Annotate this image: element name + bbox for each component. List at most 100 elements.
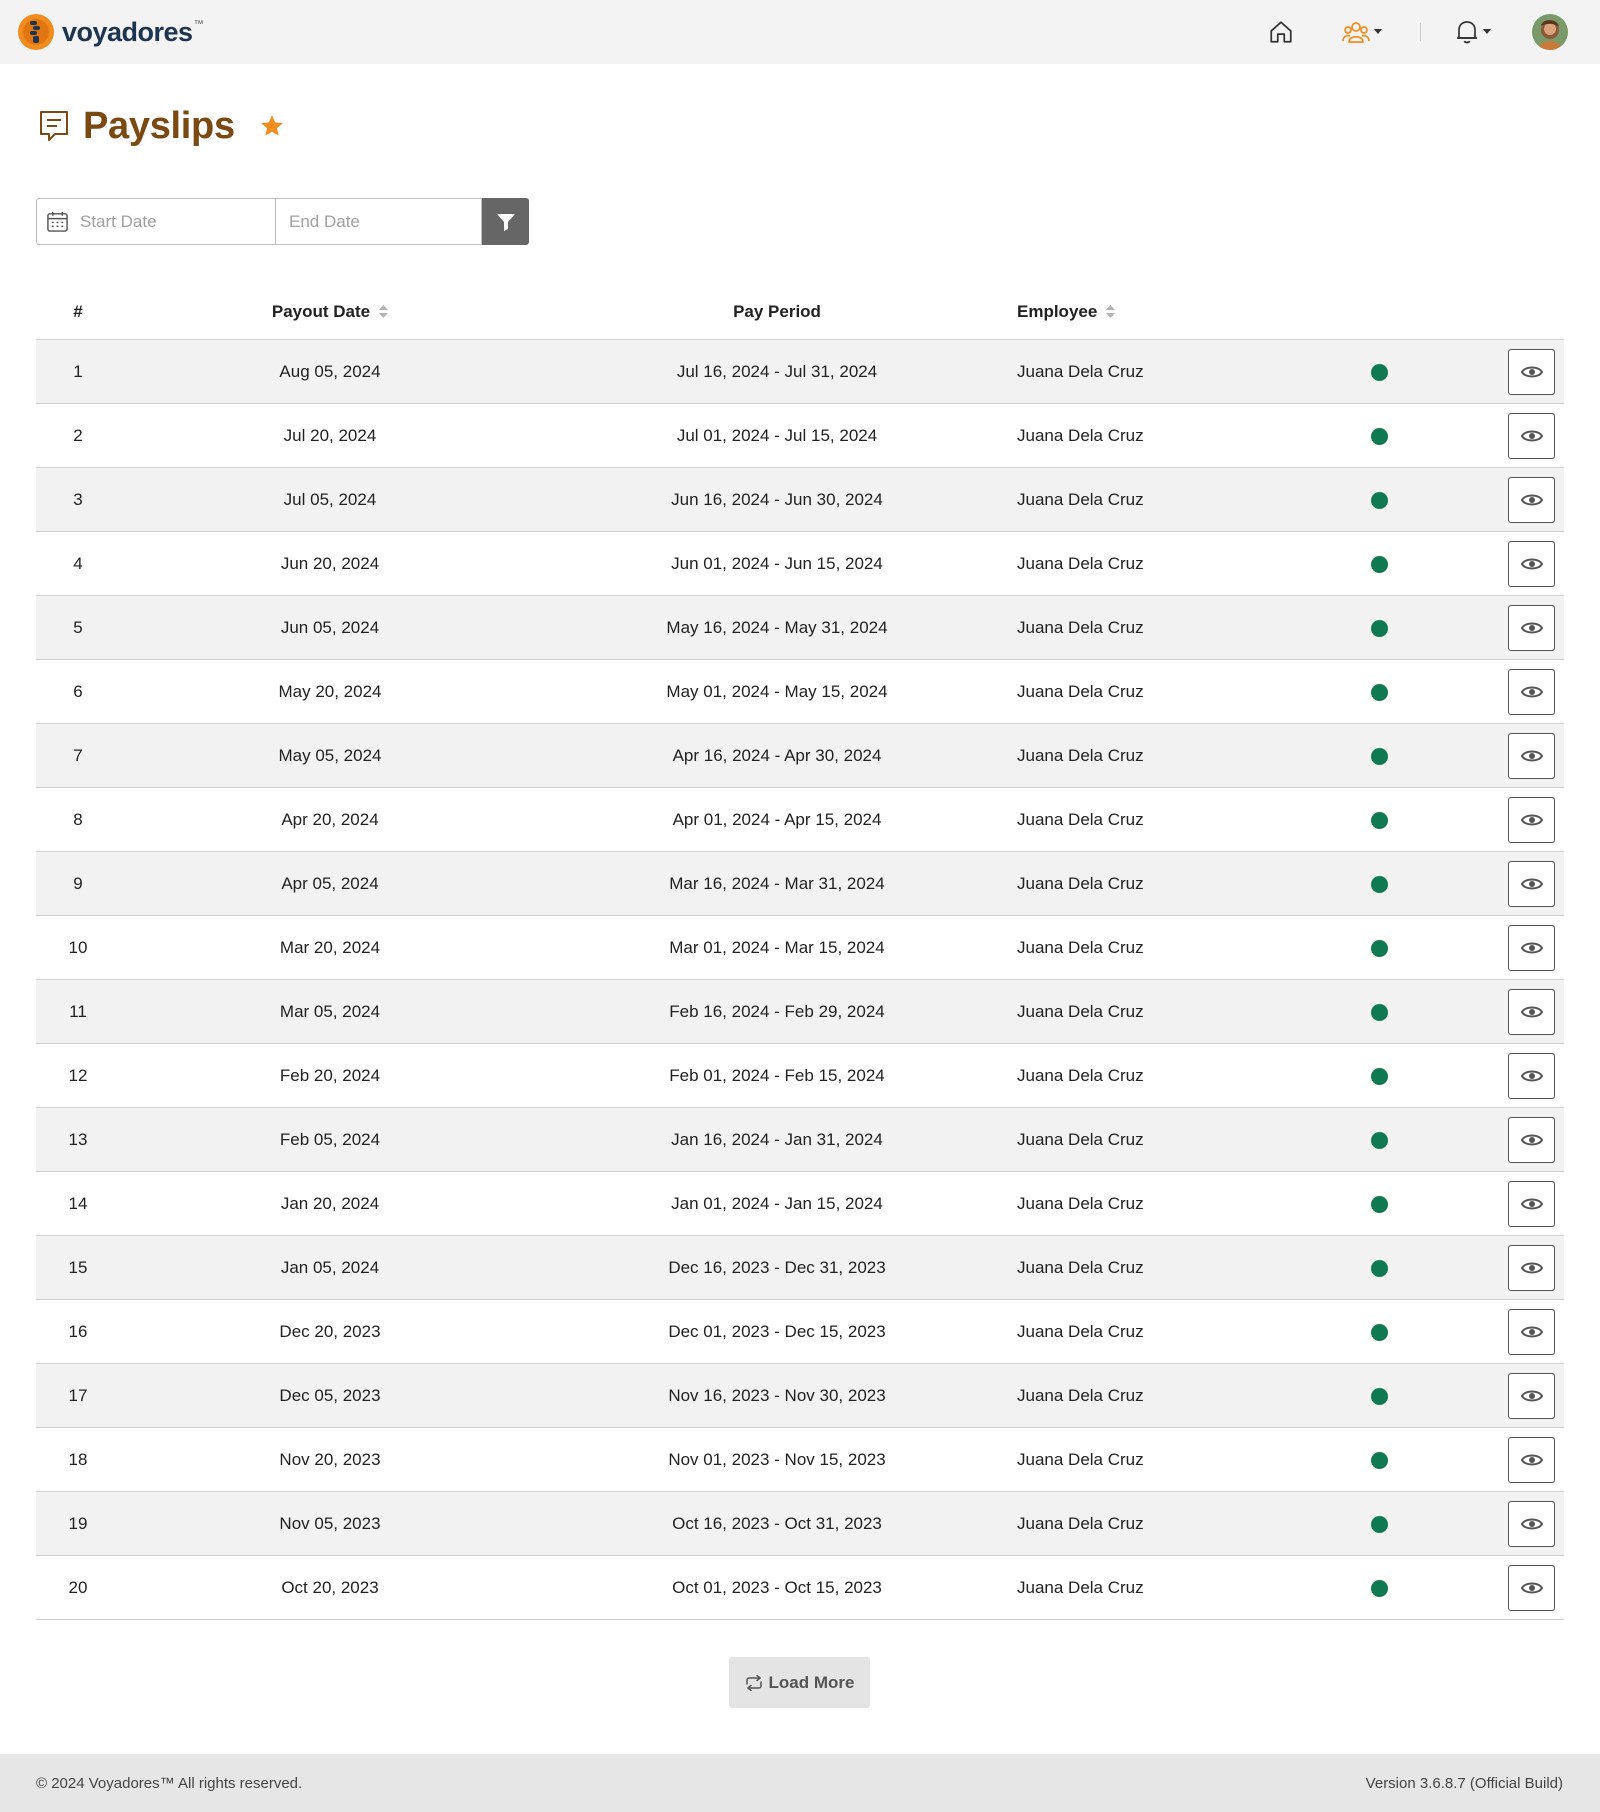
top-navbar: voyadores ™: [0, 0, 1600, 64]
pay-period-cell: Dec 01, 2023 - Dec 15, 2023: [668, 1321, 886, 1341]
eye-icon: [1520, 622, 1543, 634]
status-indicator: [1371, 1580, 1388, 1597]
column-header-label: Employee: [1017, 301, 1098, 321]
end-date-input[interactable]: [289, 211, 439, 232]
view-payslip-button[interactable]: [1508, 797, 1555, 843]
employee-cell: Juana Dela Cruz: [1017, 361, 1144, 381]
payout-date-cell: Nov 05, 2023: [279, 1513, 381, 1533]
status-indicator: [1371, 1452, 1388, 1469]
apply-filter-button[interactable]: [482, 198, 529, 245]
bell-icon: [1457, 21, 1477, 44]
view-payslip-button[interactable]: [1508, 477, 1555, 523]
view-payslip-button[interactable]: [1508, 925, 1555, 971]
date-filter-bar: [36, 198, 529, 245]
star-icon[interactable]: [259, 113, 285, 139]
pay-period-cell: May 16, 2024 - May 31, 2024: [666, 617, 888, 637]
pay-period-cell: May 01, 2024 - May 15, 2024: [666, 681, 888, 701]
row-number: 3: [73, 489, 83, 509]
eye-icon: [1520, 1262, 1543, 1274]
pay-period-cell: Nov 01, 2023 - Nov 15, 2023: [668, 1449, 886, 1469]
page-header: Payslips: [38, 104, 285, 148]
view-payslip-button[interactable]: [1508, 1181, 1555, 1227]
employee-cell: Juana Dela Cruz: [1017, 1577, 1144, 1597]
load-more-button[interactable]: Load More: [729, 1657, 870, 1708]
view-payslip-button[interactable]: [1508, 1501, 1555, 1547]
payout-date-cell: May 20, 2024: [278, 681, 382, 701]
table-row: 10 Mar 20, 2024 Mar 01, 2024 - Mar 15, 202…: [36, 916, 1564, 980]
view-payslip-button[interactable]: [1508, 413, 1555, 459]
view-payslip-button[interactable]: [1508, 1373, 1555, 1419]
table-row: 13 Feb 05, 2024 Jan 16, 2024 - Jan 31, 202…: [36, 1108, 1564, 1172]
voyadores-logo-icon: [18, 14, 54, 50]
payout-date-cell: Oct 20, 2023: [281, 1577, 379, 1597]
employee-cell: Juana Dela Cruz: [1017, 1065, 1144, 1085]
eye-icon: [1520, 814, 1543, 826]
payout-date-cell: Jun 20, 2024: [280, 553, 380, 573]
copyright-text: © 2024 Voyadores™ All rights reserved.: [36, 1774, 303, 1792]
user-avatar[interactable]: [1532, 14, 1568, 50]
table-row: 20 Oct 20, 2023 Oct 01, 2023 - Oct 15, 202…: [36, 1556, 1564, 1620]
view-payslip-button[interactable]: [1508, 1117, 1555, 1163]
notifications-button[interactable]: [1455, 14, 1501, 50]
payslips-table: # Payout Date Pay Period Employee 1 Aug 0…: [36, 283, 1564, 1620]
payslip-icon: [40, 111, 68, 141]
column-header-label: Payout Date: [271, 301, 371, 321]
row-number: 20: [68, 1577, 88, 1597]
status-indicator: [1371, 364, 1388, 381]
version-text: Version 3.6.8.7 (Official Build): [1365, 1774, 1563, 1792]
brand-trademark: ™: [193, 19, 204, 30]
view-payslip-button[interactable]: [1508, 1245, 1555, 1291]
view-payslip-button[interactable]: [1508, 605, 1555, 651]
view-payslip-button[interactable]: [1508, 1053, 1555, 1099]
table-row: 7 May 05, 2024 Apr 16, 2024 - Apr 30, 2024…: [36, 724, 1564, 788]
view-payslip-button[interactable]: [1508, 733, 1555, 779]
team-icon: [1342, 22, 1370, 43]
page-title: Payslips: [83, 105, 235, 147]
employee-cell: Juana Dela Cruz: [1017, 1385, 1144, 1405]
view-payslip-button[interactable]: [1508, 989, 1555, 1035]
payout-date-cell: Dec 05, 2023: [279, 1385, 381, 1405]
brand[interactable]: voyadores ™: [17, 13, 204, 51]
view-payslip-button[interactable]: [1508, 1309, 1555, 1355]
column-header-pay-period: Pay Period: [733, 301, 821, 321]
column-header-payout-date[interactable]: Payout Date: [170, 283, 490, 340]
team-menu-button[interactable]: [1342, 14, 1388, 50]
end-date-field[interactable]: [276, 198, 482, 245]
row-number: 16: [68, 1321, 88, 1341]
pay-period-cell: Dec 16, 2023 - Dec 31, 2023: [668, 1257, 886, 1277]
start-date-field[interactable]: [36, 198, 276, 245]
pay-period-cell: Oct 01, 2023 - Oct 15, 2023: [672, 1577, 882, 1597]
sort-icon[interactable]: [1106, 304, 1116, 319]
view-payslip-button[interactable]: [1508, 861, 1555, 907]
payout-date-cell: Nov 20, 2023: [279, 1449, 381, 1469]
status-indicator: [1371, 748, 1388, 765]
view-payslip-button[interactable]: [1508, 349, 1555, 395]
payout-date-cell: Feb 05, 2024: [279, 1129, 381, 1149]
table-row: 18 Nov 20, 2023 Nov 01, 2023 - Nov 15, 202…: [36, 1428, 1564, 1492]
view-payslip-button[interactable]: [1508, 1437, 1555, 1483]
eye-icon: [1520, 1390, 1543, 1402]
status-indicator: [1371, 684, 1388, 701]
brand-name: voyadores: [62, 16, 193, 47]
view-payslip-button[interactable]: [1508, 669, 1555, 715]
table-row: 16 Dec 20, 2023 Dec 01, 2023 - Dec 15, 202…: [36, 1300, 1564, 1364]
table-header: # Payout Date Pay Period Employee: [36, 283, 1564, 340]
repeat-icon: [745, 1674, 762, 1691]
table-row: 8 Apr 20, 2024 Apr 01, 2024 - Apr 15, 2024…: [36, 788, 1564, 852]
employee-cell: Juana Dela Cruz: [1017, 1321, 1144, 1341]
table-row: 11 Mar 05, 2024 Feb 16, 2024 - Feb 29, 202…: [36, 980, 1564, 1044]
column-header-employee[interactable]: Employee: [1017, 283, 1217, 340]
row-number: 11: [69, 1001, 87, 1021]
row-number: 9: [73, 873, 83, 893]
view-payslip-button[interactable]: [1508, 541, 1555, 587]
sort-icon[interactable]: [379, 304, 389, 319]
start-date-input[interactable]: [80, 211, 230, 232]
payout-date-cell: May 05, 2024: [278, 745, 382, 765]
eye-icon: [1520, 878, 1543, 890]
view-payslip-button[interactable]: [1508, 1565, 1555, 1611]
home-button[interactable]: [1268, 14, 1298, 50]
chevron-down-icon: [1483, 29, 1491, 34]
employee-cell: Juana Dela Cruz: [1017, 489, 1144, 509]
employee-cell: Juana Dela Cruz: [1017, 1449, 1144, 1469]
row-number: 17: [68, 1385, 88, 1405]
